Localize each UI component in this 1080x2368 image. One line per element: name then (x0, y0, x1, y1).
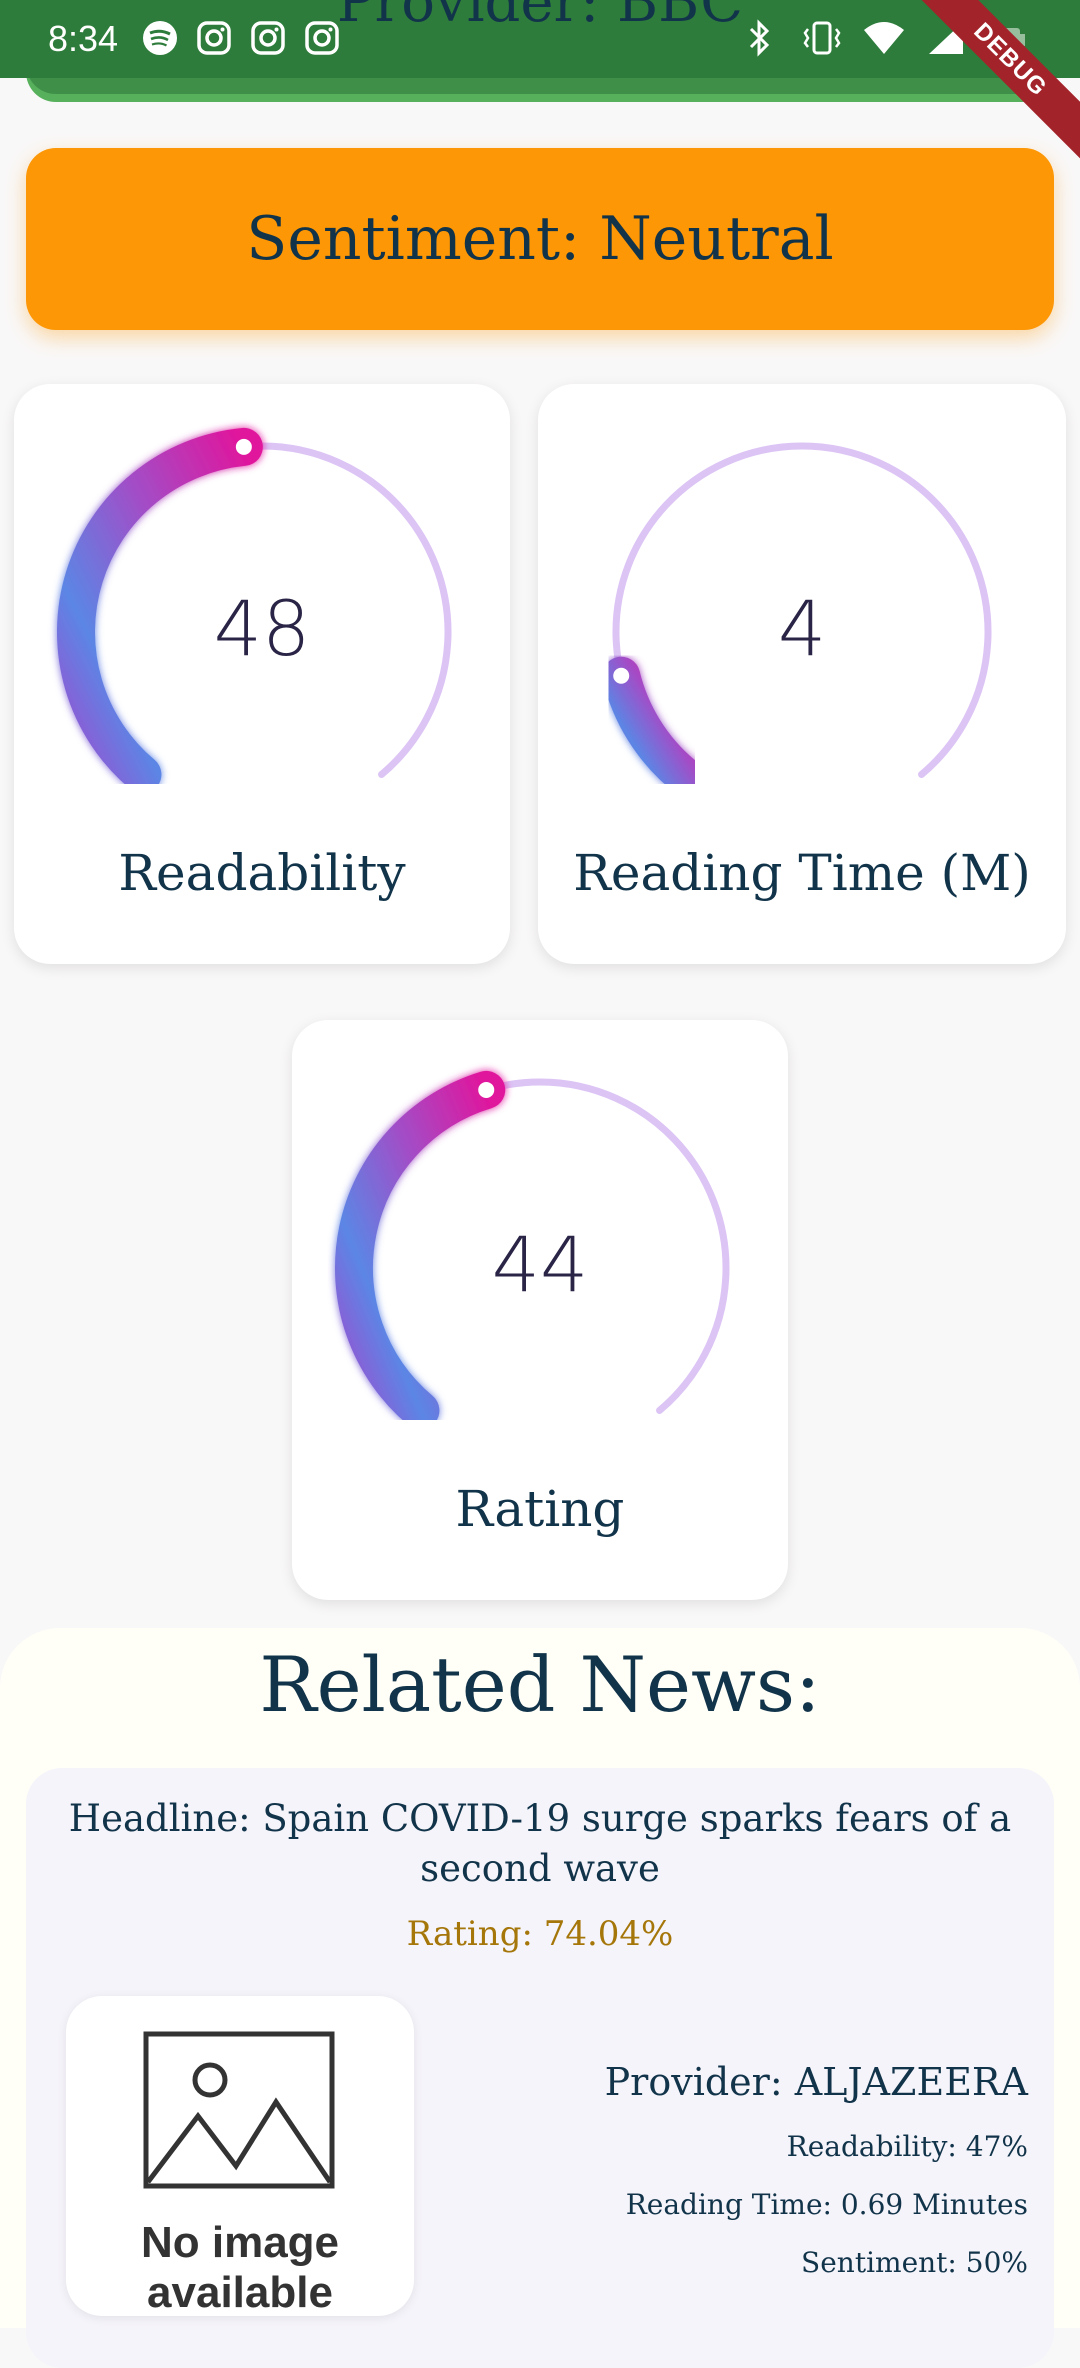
news-rating: Rating: 74.04% (406, 1914, 674, 1954)
image-placeholder-icon (143, 2031, 335, 2189)
reading-time-label: Reading Time (M) (573, 844, 1031, 902)
news-readability: Readability: 47% (786, 2130, 1028, 2163)
rating-label: Rating (455, 1480, 625, 1538)
related-news-title: Related News: (259, 1640, 821, 1729)
sentiment-banner: Sentiment: Neutral (26, 148, 1054, 330)
provider-title: Provider: BBC (336, 0, 744, 35)
news-reading-time: Reading Time: 0.69 Minutes (625, 2188, 1028, 2221)
rating-value: 44 (491, 1220, 589, 1309)
gauge-knob (235, 438, 252, 455)
news-provider: Provider: ALJAZEERA (604, 2060, 1028, 2104)
news-headline[interactable]: Headline: Spain COVID-19 surge sparks fe… (60, 1794, 1020, 1894)
news-image-placeholder: No image available (66, 1996, 414, 2316)
readability-label: Readability (118, 844, 406, 902)
news-sentiment: Sentiment: 50% (801, 2246, 1028, 2279)
sentiment-text: Sentiment: Neutral (246, 204, 834, 274)
rating-card: 44 Rating (292, 1020, 788, 1600)
gauge-knob (478, 1081, 495, 1098)
no-image-text: No image available (140, 2218, 340, 2316)
reading-time-card: 4 Reading Time (M) (538, 384, 1066, 964)
gauge-progress (602, 656, 702, 784)
reading-time-value: 4 (777, 584, 827, 673)
readability-value: 48 (213, 584, 311, 673)
readability-card: 48 Readability (14, 384, 510, 964)
